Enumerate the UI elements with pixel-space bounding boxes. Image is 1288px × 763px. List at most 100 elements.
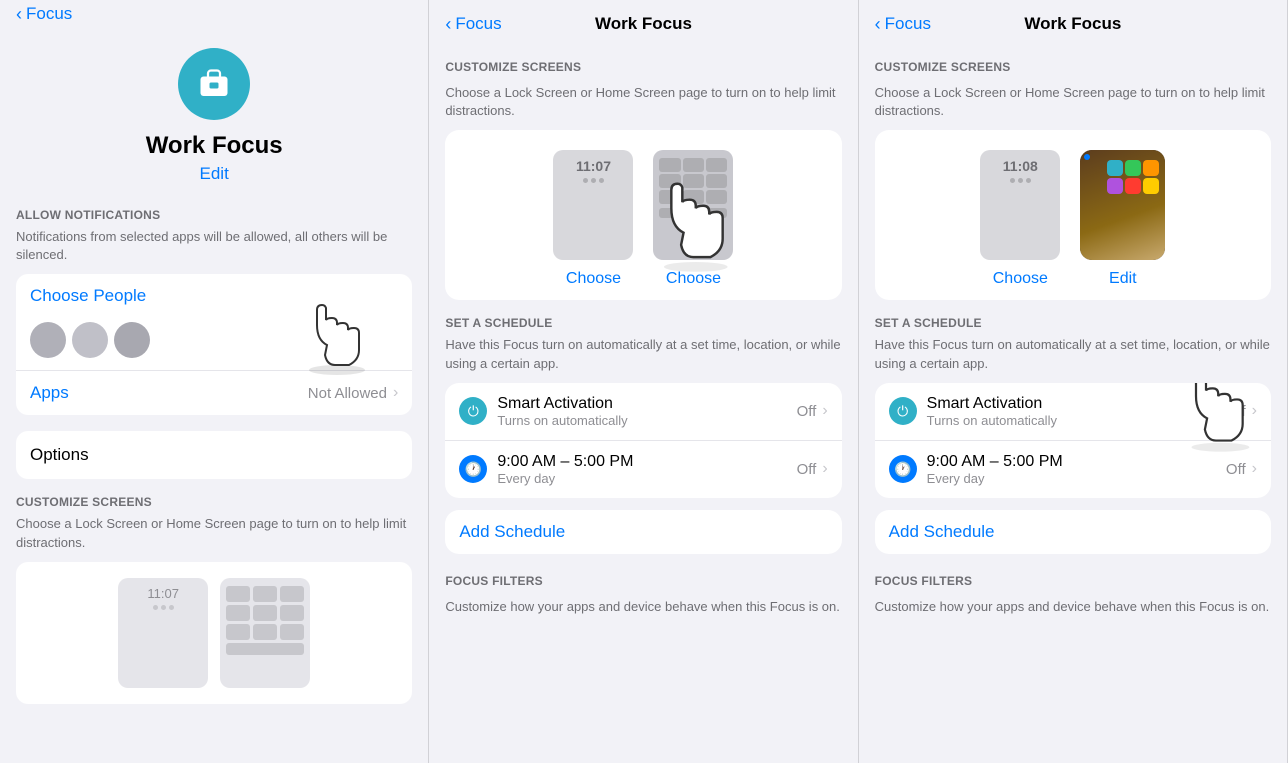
time-range-sub-p2: Every day — [497, 471, 796, 486]
schedule-desc-p2: Have this Focus turn on automatically at… — [445, 336, 841, 372]
ic6 — [706, 174, 727, 188]
ic8 — [683, 190, 704, 204]
smart-activation-sub-p2: Turns on automatically — [497, 413, 796, 428]
ic9 — [706, 190, 727, 204]
customize-desc-p2: Choose a Lock Screen or Home Screen page… — [445, 84, 841, 120]
cell1 — [226, 586, 250, 602]
time-range-icon-p2: 🕐 — [459, 455, 487, 483]
focus-edit-link[interactable]: Edit — [16, 164, 412, 184]
schedule-section-p3: SET A SCHEDULE Have this Focus turn on a… — [859, 316, 1287, 553]
screens-card-p3: 11:08 Choose — [875, 130, 1271, 300]
back-chevron-2: ‹ — [445, 14, 451, 35]
panel-1: ‹ Focus Work Focus Edit ALLOW NOTIFICATI… — [0, 0, 429, 763]
dock-p2 — [659, 208, 727, 218]
pi5 — [1125, 178, 1141, 194]
cell7 — [226, 624, 250, 640]
back-focus-link-1[interactable]: ‹ Focus — [16, 4, 72, 25]
screens-card-p2: 11:07 Choose — [445, 130, 841, 300]
panel2-scroll: CUSTOMIZE SCREENS Choose a Lock Screen o… — [429, 44, 857, 763]
choose-people-label: Choose People — [30, 286, 146, 306]
smart-activation-chevron-p3: › — [1252, 402, 1257, 420]
avatar-3 — [114, 322, 150, 358]
add-schedule-p2[interactable]: Add Schedule — [445, 510, 841, 554]
add-schedule-p3[interactable]: Add Schedule — [875, 510, 1271, 554]
panel3-header: ‹ Focus Work Focus — [859, 0, 1287, 44]
pi3 — [1143, 160, 1159, 176]
home-screen-choose-p2[interactable]: Choose — [666, 270, 721, 288]
dd1 — [1010, 178, 1015, 183]
home-screen-edit-p3[interactable]: Edit — [1109, 270, 1137, 288]
dot2 — [161, 605, 166, 610]
panel-2: ‹ Focus Work Focus CUSTOMIZE SCREENS Cho… — [429, 0, 858, 763]
ic5 — [683, 174, 704, 188]
hand-cursor-panel1 — [302, 285, 392, 380]
pi6 — [1143, 178, 1159, 194]
dock-mock-p1 — [226, 643, 304, 655]
smart-activation-value-p2: Off — [797, 403, 817, 420]
mock-dots-p1 — [153, 605, 174, 610]
dd2 — [1018, 178, 1023, 183]
mock-dots-p2 — [583, 178, 604, 183]
schedule-card-p3: ⏻ Smart Activation Turns on automaticall… — [875, 383, 1271, 498]
customize-label-p3: CUSTOMIZE SCREENS — [875, 52, 1271, 78]
lock-screen-choose-p2[interactable]: Choose — [566, 270, 621, 288]
schedule-section-p2: SET A SCHEDULE Have this Focus turn on a… — [429, 316, 857, 553]
schedule-desc-p3: Have this Focus turn on automatically at… — [875, 336, 1271, 372]
customize-block-p2: CUSTOMIZE SCREENS Choose a Lock Screen o… — [429, 44, 857, 120]
pi1 — [1107, 160, 1123, 176]
focus-filters-desc-p3: Customize how your apps and device behav… — [875, 598, 1271, 616]
cell9 — [280, 624, 304, 640]
focus-filters-p2: FOCUS FILTERS Customize how your apps an… — [429, 570, 857, 616]
options-section[interactable]: Options — [16, 431, 412, 479]
smart-activation-icon-p3: ⏻ — [889, 397, 917, 425]
lock-screen-choose-p3[interactable]: Choose — [993, 270, 1048, 288]
focus-icon-wrap — [16, 48, 412, 120]
customize-screens-section-p1: CUSTOMIZE SCREENS Choose a Lock Screen o… — [16, 495, 412, 703]
cell3 — [280, 586, 304, 602]
pi4 — [1107, 178, 1123, 194]
apps-row[interactable]: Apps Not Allowed › — [16, 371, 412, 415]
time-range-title-p3: 9:00 AM – 5:00 PM — [927, 453, 1226, 471]
allow-notifications-desc: Notifications from selected apps will be… — [16, 228, 412, 264]
time-range-title-p2: 9:00 AM – 5:00 PM — [497, 453, 796, 471]
lock-screen-mock-p2: 11:07 — [553, 150, 633, 260]
cell6 — [280, 605, 304, 621]
smart-activation-text-p2: Smart Activation Turns on automatically — [497, 395, 796, 428]
smart-activation-title-p2: Smart Activation — [497, 395, 796, 413]
panel-3: ‹ Focus Work Focus CUSTOMIZE SCREENS Cho… — [859, 0, 1288, 763]
allow-rows-container: Choose People — [16, 274, 412, 415]
smart-activation-value-p3: Off — [1226, 403, 1246, 420]
panel2-header: ‹ Focus Work Focus — [429, 0, 857, 44]
choose-people-row[interactable]: Choose People — [16, 274, 412, 371]
ic3 — [706, 158, 727, 172]
d1 — [583, 178, 588, 183]
customize-label-p2: CUSTOMIZE SCREENS — [445, 52, 841, 78]
smart-activation-row-p3[interactable]: ⏻ Smart Activation Turns on automaticall… — [875, 383, 1271, 441]
avatar-1 — [30, 322, 66, 358]
schedule-label-block-p3: SET A SCHEDULE Have this Focus turn on a… — [875, 316, 1271, 372]
time-range-row-p2[interactable]: 🕐 9:00 AM – 5:00 PM Every day Off › — [445, 441, 841, 498]
back-focus-link-3[interactable]: ‹ Focus — [875, 14, 931, 35]
schedule-label-p2: SET A SCHEDULE — [445, 316, 841, 330]
smart-activation-text-p3: Smart Activation Turns on automatically — [927, 395, 1226, 428]
panel2-title: Work Focus — [595, 14, 692, 34]
d2 — [591, 178, 596, 183]
focus-filters-desc-p2: Customize how your apps and device behav… — [445, 598, 841, 616]
time-range-row-p3[interactable]: 🕐 9:00 AM – 5:00 PM Every day Off › — [875, 441, 1271, 498]
dd3 — [1026, 178, 1031, 183]
lock-screen-item-p3: 11:08 Choose — [980, 150, 1060, 288]
time-range-text-p2: 9:00 AM – 5:00 PM Every day — [497, 453, 796, 486]
dot3 — [169, 605, 174, 610]
apps-label: Apps — [30, 383, 308, 403]
back-focus-link-2[interactable]: ‹ Focus — [445, 14, 501, 35]
focus-name: Work Focus — [16, 132, 412, 160]
mock-time-p3: 11:08 — [1003, 158, 1038, 174]
customize-label-p1: CUSTOMIZE SCREENS — [16, 495, 412, 509]
smart-activation-title-p3: Smart Activation — [927, 395, 1226, 413]
icon-grid-p2 — [659, 158, 727, 204]
ic2 — [683, 158, 704, 172]
smart-activation-row-p2[interactable]: ⏻ Smart Activation Turns on automaticall… — [445, 383, 841, 441]
mock-time-p1: 11:07 — [147, 586, 179, 601]
panel1-content: Work Focus Edit ALLOW NOTIFICATIONS Noti… — [0, 24, 428, 720]
allow-notifications-label: ALLOW NOTIFICATIONS — [16, 208, 412, 222]
